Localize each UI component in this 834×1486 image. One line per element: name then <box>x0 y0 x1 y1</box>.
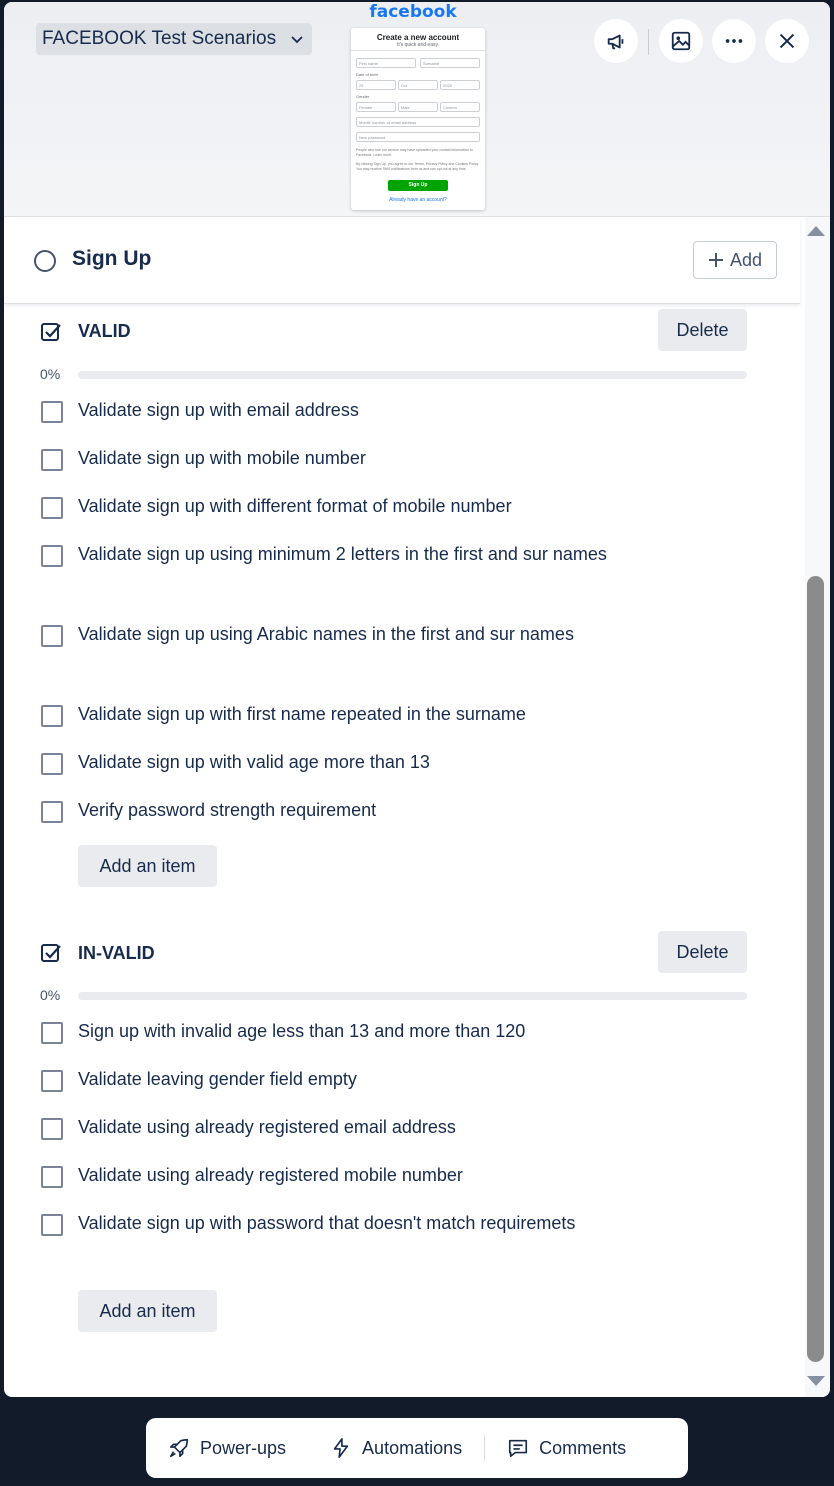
item-checkbox[interactable] <box>41 705 63 727</box>
close-icon <box>779 33 795 49</box>
checklist-title[interactable]: IN-VALID <box>78 943 155 964</box>
checklist-header-valid: VALID Delete <box>4 309 800 357</box>
card-header: Sign Up Add <box>4 217 800 304</box>
item-checkbox[interactable] <box>41 1214 63 1236</box>
automations-label: Automations <box>362 1437 463 1458</box>
item-text[interactable]: Validate sign up with different format o… <box>78 490 608 522</box>
signup-button: Sign Up <box>388 180 448 191</box>
progress-percent: 0% <box>40 366 61 382</box>
first-name-field: First name <box>356 58 416 68</box>
item-text[interactable]: Validate sign up using minimum 2 letters… <box>78 538 608 570</box>
powerups-label: Power-ups <box>200 1437 287 1458</box>
board-name: FACEBOOK Test Scenarios <box>42 28 277 49</box>
dob-label: Date of birth <box>356 72 378 77</box>
close-button[interactable] <box>765 19 809 63</box>
complete-toggle[interactable] <box>34 250 56 272</box>
divider <box>351 50 485 51</box>
add-button[interactable]: Add <box>693 241 777 279</box>
add-item-button[interactable]: Add an item <box>78 1290 217 1332</box>
scroll-down-arrow-icon[interactable] <box>807 1376 825 1386</box>
progress-percent: 0% <box>40 987 61 1003</box>
item-text[interactable]: Validate leaving gender field empty <box>78 1063 608 1095</box>
add-label: Add <box>729 249 763 270</box>
item-checkbox[interactable] <box>41 545 63 567</box>
fine-print: People who use our service may have uplo… <box>356 148 473 157</box>
item-checkbox[interactable] <box>41 449 63 471</box>
item-text[interactable]: Validate using already registered email … <box>78 1111 608 1143</box>
powerups-button[interactable]: Power-ups <box>146 1418 308 1478</box>
item-checkbox[interactable] <box>41 1070 63 1092</box>
comment-icon <box>509 1439 528 1458</box>
item-text[interactable]: Validate using already registered mobile… <box>78 1159 608 1191</box>
facebook-logo: facebook <box>369 2 457 22</box>
board-selector[interactable]: FACEBOOK Test Scenarios <box>36 23 313 55</box>
comments-label: Comments <box>539 1437 627 1458</box>
day-select: 25 <box>356 80 396 90</box>
item-text[interactable]: Validate sign up with password that does… <box>78 1207 608 1239</box>
rocket-icon <box>169 1438 189 1458</box>
item-checkbox[interactable] <box>41 1022 63 1044</box>
terms-text: By clicking Sign Up, you agree to our Te… <box>356 162 480 171</box>
progress-bar <box>78 371 747 379</box>
card-detail-panel: FACEBOOK Test Scenarios facebook Create … <box>4 2 830 1397</box>
lightning-icon <box>333 1438 349 1458</box>
item-text[interactable]: Validate sign up with mobile number <box>78 442 608 474</box>
image-icon <box>671 31 691 51</box>
cover-image-button[interactable] <box>659 19 703 63</box>
scrollbar-thumb[interactable] <box>807 576 824 1362</box>
item-text[interactable]: Validate sign up using Arabic names in t… <box>78 618 608 650</box>
automations-button[interactable]: Automations <box>308 1418 484 1478</box>
scroll-up-arrow-icon[interactable] <box>807 226 825 236</box>
item-text[interactable]: Validate sign up with valid age more tha… <box>78 746 608 778</box>
month-select: Oct <box>398 80 438 90</box>
item-checkbox[interactable] <box>41 1166 63 1188</box>
cover-image-signup-form: Create a new account It's quick and easy… <box>351 28 485 210</box>
comments-button[interactable]: Comments <box>485 1418 648 1478</box>
megaphone-icon <box>607 34 624 50</box>
cover-announce-button[interactable] <box>594 19 638 63</box>
male-option: Male <box>398 102 438 112</box>
female-option: Female <box>356 102 396 112</box>
mobile-email-field: Mobile number or email address <box>356 117 480 127</box>
item-text[interactable]: Verify password strength requirement <box>78 794 608 826</box>
header-divider <box>648 29 649 55</box>
year-select: 2025 <box>440 80 480 90</box>
item-text[interactable]: Validate sign up with first name repeate… <box>78 698 608 730</box>
item-checkbox[interactable] <box>41 801 63 823</box>
form-subtitle: It's quick and easy. <box>397 42 439 48</box>
add-item-button[interactable]: Add an item <box>78 845 217 887</box>
item-checkbox[interactable] <box>41 753 63 775</box>
card-cover: FACEBOOK Test Scenarios facebook Create … <box>4 2 830 217</box>
bottom-toolbar: Power-ups Automations Comments <box>146 1418 688 1478</box>
checklist-icon <box>41 944 61 962</box>
delete-checklist-button[interactable]: Delete <box>658 931 747 973</box>
item-checkbox[interactable] <box>41 1118 63 1140</box>
password-field: New password <box>356 132 480 142</box>
checklist-title[interactable]: VALID <box>78 321 131 342</box>
delete-checklist-button[interactable]: Delete <box>658 309 747 351</box>
form-title: Create a new account <box>376 33 460 42</box>
custom-option: Custom <box>440 102 480 112</box>
more-icon <box>725 39 743 43</box>
more-actions-button[interactable] <box>712 19 756 63</box>
checklist-header-invalid: IN-VALID Delete <box>4 931 800 979</box>
item-checkbox[interactable] <box>41 401 63 423</box>
plus-icon <box>708 253 723 267</box>
item-checkbox[interactable] <box>41 497 63 519</box>
item-text[interactable]: Sign up with invalid age less than 13 an… <box>78 1015 608 1047</box>
checklist-icon <box>41 323 61 341</box>
progress-bar <box>78 992 747 1000</box>
item-text[interactable]: Validate sign up with email address <box>78 394 608 426</box>
item-checkbox[interactable] <box>41 625 63 647</box>
chevron-down-icon <box>291 36 303 44</box>
login-link: Already have an account? <box>389 197 447 203</box>
card-title[interactable]: Sign Up <box>72 247 151 271</box>
gender-label: Gender <box>356 94 370 99</box>
surname-field: Surname <box>420 58 480 68</box>
